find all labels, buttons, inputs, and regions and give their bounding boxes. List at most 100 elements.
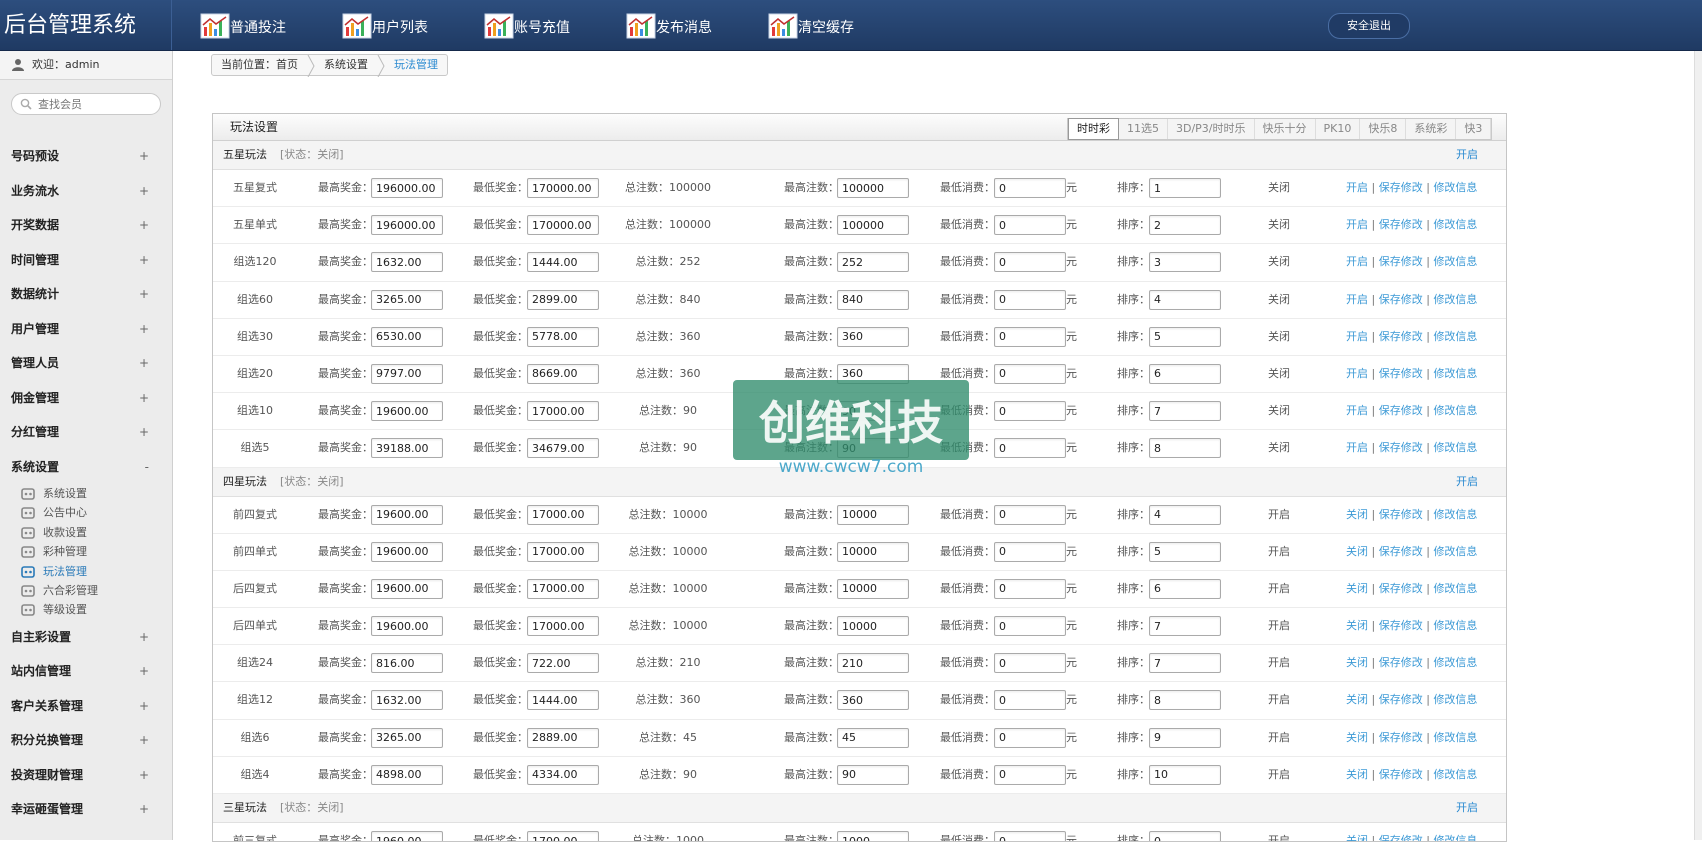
max-bets-input[interactable]: [837, 727, 909, 748]
toggle-link[interactable]: 关闭: [1346, 834, 1368, 841]
save-link[interactable]: 保存修改: [1379, 255, 1423, 268]
sort-input[interactable]: [1149, 764, 1221, 785]
toggle-link[interactable]: 开启: [1346, 218, 1368, 231]
section-open-link[interactable]: 开启: [1456, 468, 1478, 496]
sort-input[interactable]: [1149, 363, 1221, 384]
max-bonus-input[interactable]: [371, 578, 443, 599]
max-bets-input[interactable]: [837, 289, 909, 310]
save-link[interactable]: 保存修改: [1379, 330, 1423, 343]
expand-toggle-icon[interactable]: +: [139, 277, 149, 312]
sort-input[interactable]: [1149, 690, 1221, 711]
tab-lottery[interactable]: 时时彩: [1068, 118, 1119, 140]
min-cost-input[interactable]: [994, 653, 1066, 674]
sidebar-subitem[interactable]: 收款设置: [0, 523, 172, 542]
sidebar-group[interactable]: 业务流水 +: [0, 174, 172, 209]
min-cost-input[interactable]: [994, 438, 1066, 459]
tab-lottery[interactable]: 11选5: [1119, 119, 1168, 139]
expand-toggle-icon[interactable]: -: [145, 450, 149, 485]
toggle-link[interactable]: 关闭: [1346, 693, 1368, 706]
top-nav-item-4[interactable]: 清空缓存: [768, 10, 854, 42]
min-bonus-input[interactable]: [527, 690, 599, 711]
min-cost-input[interactable]: [994, 764, 1066, 785]
save-link[interactable]: 保存修改: [1379, 731, 1423, 744]
max-bonus-input[interactable]: [371, 616, 443, 637]
max-bets-input[interactable]: [837, 326, 909, 347]
section-open-link[interactable]: 开启: [1456, 794, 1478, 822]
min-cost-input[interactable]: [994, 252, 1066, 273]
sidebar-group[interactable]: 用户管理 +: [0, 312, 172, 347]
max-bets-input[interactable]: [837, 252, 909, 273]
sort-input[interactable]: [1149, 215, 1221, 236]
min-bonus-input[interactable]: [527, 363, 599, 384]
min-cost-input[interactable]: [994, 401, 1066, 422]
sidebar-group[interactable]: 号码预设 +: [0, 139, 172, 174]
max-bonus-input[interactable]: [371, 653, 443, 674]
max-bonus-input[interactable]: [371, 541, 443, 562]
page-scrollbar[interactable]: [1694, 51, 1702, 840]
sort-input[interactable]: [1149, 401, 1221, 422]
edit-link[interactable]: 修改信息: [1433, 367, 1477, 380]
min-bonus-input[interactable]: [527, 831, 599, 841]
sidebar-group[interactable]: 时间管理 +: [0, 243, 172, 278]
sidebar-group[interactable]: 客户关系管理 +: [0, 689, 172, 724]
max-bonus-input[interactable]: [371, 727, 443, 748]
sidebar-group[interactable]: 积分兑换管理 +: [0, 723, 172, 758]
min-bonus-input[interactable]: [527, 541, 599, 562]
max-bonus-input[interactable]: [371, 178, 443, 198]
expand-toggle-icon[interactable]: +: [139, 654, 149, 689]
toggle-link[interactable]: 关闭: [1346, 656, 1368, 669]
min-cost-input[interactable]: [994, 215, 1066, 236]
member-search[interactable]: [11, 93, 161, 115]
max-bonus-input[interactable]: [371, 289, 443, 310]
edit-link[interactable]: 修改信息: [1433, 768, 1477, 781]
min-bonus-input[interactable]: [527, 504, 599, 525]
expand-toggle-icon[interactable]: +: [139, 758, 149, 793]
expand-toggle-icon[interactable]: +: [139, 346, 149, 381]
edit-link[interactable]: 修改信息: [1433, 293, 1477, 306]
top-nav-item-3[interactable]: 发布消息: [626, 10, 712, 42]
toggle-link[interactable]: 关闭: [1346, 731, 1368, 744]
sidebar-subitem[interactable]: 系统设置: [0, 484, 172, 503]
save-link[interactable]: 保存修改: [1379, 367, 1423, 380]
sidebar-group[interactable]: 开奖数据 +: [0, 208, 172, 243]
max-bonus-input[interactable]: [371, 438, 443, 459]
min-cost-input[interactable]: [994, 616, 1066, 637]
max-bets-input[interactable]: [837, 541, 909, 562]
save-link[interactable]: 保存修改: [1379, 181, 1423, 194]
sidebar-group[interactable]: 分红管理 +: [0, 415, 172, 450]
max-bonus-input[interactable]: [371, 764, 443, 785]
sidebar-group[interactable]: 投资理财管理 +: [0, 758, 172, 793]
expand-toggle-icon[interactable]: +: [139, 723, 149, 758]
min-cost-input[interactable]: [994, 727, 1066, 748]
min-bonus-input[interactable]: [527, 215, 599, 236]
max-bets-input[interactable]: [837, 578, 909, 599]
max-bets-input[interactable]: [837, 178, 909, 198]
tab-lottery[interactable]: 3D/P3/时时乐: [1168, 119, 1255, 139]
edit-link[interactable]: 修改信息: [1433, 834, 1477, 841]
save-link[interactable]: 保存修改: [1379, 545, 1423, 558]
min-cost-input[interactable]: [994, 504, 1066, 525]
edit-link[interactable]: 修改信息: [1433, 330, 1477, 343]
sort-input[interactable]: [1149, 178, 1221, 198]
member-search-input[interactable]: [38, 96, 153, 112]
toggle-link[interactable]: 开启: [1346, 293, 1368, 306]
min-bonus-input[interactable]: [527, 438, 599, 459]
edit-link[interactable]: 修改信息: [1433, 693, 1477, 706]
edit-link[interactable]: 修改信息: [1433, 181, 1477, 194]
sidebar-group[interactable]: 自主彩设置 +: [0, 620, 172, 655]
toggle-link[interactable]: 关闭: [1346, 619, 1368, 632]
min-bonus-input[interactable]: [527, 326, 599, 347]
breadcrumb-item[interactable]: 系统设置: [315, 55, 377, 75]
edit-link[interactable]: 修改信息: [1433, 218, 1477, 231]
min-bonus-input[interactable]: [527, 653, 599, 674]
sort-input[interactable]: [1149, 653, 1221, 674]
min-bonus-input[interactable]: [527, 252, 599, 273]
sort-input[interactable]: [1149, 504, 1221, 525]
toggle-link[interactable]: 开启: [1346, 441, 1368, 454]
max-bonus-input[interactable]: [371, 326, 443, 347]
min-cost-input[interactable]: [994, 541, 1066, 562]
expand-toggle-icon[interactable]: +: [139, 689, 149, 724]
max-bets-input[interactable]: [837, 215, 909, 236]
section-open-link[interactable]: 开启: [1456, 141, 1478, 169]
min-bonus-input[interactable]: [527, 289, 599, 310]
